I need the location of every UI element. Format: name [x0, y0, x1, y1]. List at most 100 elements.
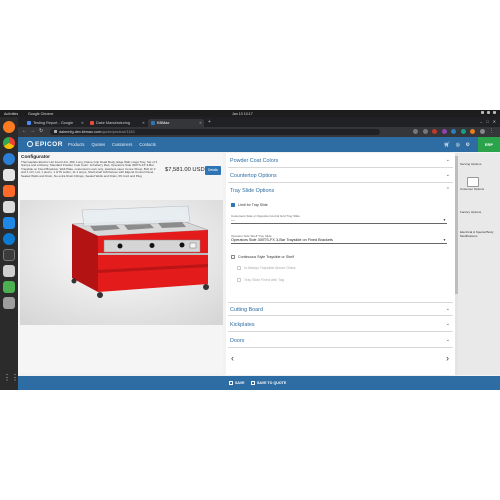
tab-dake-manufacturing[interactable]: Dake Manufacturing ✕ [87, 119, 147, 128]
activities-button[interactable]: Activities [4, 112, 18, 116]
dropdown-arrow-icon: ▼ [442, 218, 446, 222]
new-tab-icon[interactable]: + [208, 119, 211, 125]
fixed-with-tag-checkbox[interactable] [237, 278, 241, 282]
always-trayslide-checkbox[interactable] [237, 266, 241, 270]
browser-toolbar: ← → ↻ dakemfg-dev.kbmax.com/quote/produc… [18, 127, 500, 137]
erp-badge[interactable]: ERP [478, 137, 500, 152]
system-tray[interactable] [481, 111, 496, 114]
text-editor-icon[interactable] [3, 201, 15, 213]
extension-icon[interactable] [451, 129, 456, 134]
action-bar: SAVE SAVE TO QUOTE [18, 376, 500, 390]
back-icon[interactable]: ← [22, 129, 27, 134]
section-tray-slide-options[interactable]: Tray Slide Options ⌃ [228, 184, 453, 198]
close-icon[interactable]: ✕ [199, 121, 202, 125]
close-icon[interactable]: ✕ [81, 121, 84, 125]
save-button[interactable]: SAVE [229, 380, 245, 385]
extension-icon[interactable] [432, 129, 437, 134]
address-bar[interactable]: dakemfg-dev.kbmax.com/quote/product/1183 [50, 128, 380, 136]
rail-item-customer-options[interactable]: Customer Options [460, 187, 498, 192]
extension-icon[interactable] [441, 129, 447, 134]
power-icon[interactable] [493, 111, 496, 114]
app-grid-icon[interactable]: ⋮⋮ [3, 372, 19, 384]
rail-item-serving-options[interactable]: Serving Options [460, 162, 498, 167]
continuous-style-checkbox[interactable] [231, 255, 235, 259]
trash-icon[interactable] [3, 297, 15, 309]
desktop-screen: Activities Google Chrome Jan 10 10:17 ⋮⋮… [0, 110, 500, 390]
chevron-up-icon: ⌃ [445, 187, 450, 193]
bookmark-star-icon[interactable] [422, 129, 428, 134]
section-kickplates[interactable]: Kickplates ⌄ [228, 318, 453, 332]
brand-name: EPICOR [35, 141, 63, 148]
nav-contacts[interactable]: Contacts [139, 142, 156, 147]
section-label: Doors [230, 338, 245, 344]
previous-icon[interactable]: ‹ [231, 353, 234, 363]
disk-icon[interactable] [3, 265, 15, 277]
product-price: $7,581.00 USD [165, 167, 205, 173]
select-value: --- [231, 218, 235, 222]
close-icon[interactable]: ✕ [142, 121, 145, 125]
next-icon[interactable]: › [446, 353, 449, 363]
operator-side-select[interactable]: Operators Side 300TS-FX 3-Bar Trayslide … [231, 238, 447, 244]
cart-icon[interactable]: 🛒︎ [444, 142, 450, 148]
files-icon[interactable] [3, 169, 15, 181]
network-icon[interactable] [481, 111, 484, 114]
extension-icon[interactable] [460, 129, 466, 134]
save-to-quote-button[interactable]: SAVE TO QUOTE [251, 380, 286, 385]
configurator-app: EPICOR Products Quotes Customers Contact… [18, 137, 500, 390]
nav-customers[interactable]: Customers [112, 142, 132, 147]
volume-icon[interactable] [487, 111, 490, 114]
close-window-icon[interactable]: ✕ [493, 119, 496, 124]
product-panel: Configurator Thermaplate Electric Hot Fo… [18, 153, 223, 373]
caster-3 [71, 278, 77, 284]
tab-favicon-icon [151, 121, 155, 126]
section-powder-coat-colors[interactable]: Powder Coat Colors ⌄ [228, 154, 453, 168]
details-button[interactable]: Details [205, 166, 221, 175]
globe-icon[interactable]: ◎ [456, 142, 460, 148]
dock: ⋮⋮ [0, 117, 19, 390]
rail-item-electrical-modifications[interactable]: Electrical & Special Body Modifications [460, 230, 498, 238]
profile-avatar-icon[interactable] [479, 129, 485, 134]
chrome-menu-icon[interactable]: ⋮ [489, 129, 494, 134]
clock[interactable]: Jan 10 10:17 [232, 112, 253, 116]
save-label: SAVE [235, 380, 245, 385]
firefox-icon[interactable] [3, 121, 15, 133]
minimize-icon[interactable]: – [480, 119, 482, 124]
tab-label: KBMax [157, 120, 170, 125]
chrome-icon[interactable] [3, 137, 15, 149]
section-cutting-board[interactable]: Cutting Board ⌄ [228, 302, 453, 316]
nav-quotes[interactable]: Quotes [92, 142, 106, 147]
product-3d-viewer[interactable] [20, 200, 223, 325]
share-icon[interactable] [413, 129, 418, 134]
customer-options-icon[interactable] [467, 177, 479, 187]
section-doors[interactable]: Doors ⌄ [228, 334, 453, 348]
tab-testing-report[interactable]: Testing Report - Google ✕ [24, 119, 86, 128]
software-icon[interactable] [3, 185, 15, 197]
rail-item-factory-options[interactable]: Factory Options [460, 210, 498, 215]
terminal-icon[interactable] [3, 249, 15, 261]
gear-icon[interactable]: ⚙︎ [466, 142, 470, 148]
settings-icon[interactable] [3, 233, 15, 245]
forward-icon[interactable]: → [30, 129, 35, 134]
customer-side-select[interactable]: --- ▼ [231, 218, 447, 224]
epicor-logo[interactable]: EPICOR [27, 141, 63, 148]
lock-icon[interactable] [53, 130, 57, 134]
maximize-icon[interactable]: □ [486, 119, 488, 124]
main-nav: Products Quotes Customers Contacts [68, 142, 156, 147]
reload-icon[interactable]: ↻ [39, 129, 43, 134]
active-app-name[interactable]: Google Chrome [28, 112, 53, 116]
browser-tab-strip: Testing Report - Google ✕ Dake Manufactu… [18, 117, 500, 127]
thunderbird-icon[interactable] [3, 153, 15, 165]
url-host: dakemfg-dev.kbmax.com [59, 129, 102, 134]
quote-icon [251, 380, 255, 385]
nav-products[interactable]: Products [68, 142, 85, 147]
url-path: /quote/product/1183 [101, 129, 135, 134]
tab-kbmax[interactable]: KBMax ✕ [148, 118, 204, 127]
extension-icon[interactable] [470, 129, 475, 134]
spreadsheet-icon[interactable] [3, 281, 15, 293]
tab-favicon-icon [90, 121, 94, 126]
tray-slide [98, 253, 208, 255]
limit-tray-slide-checkbox[interactable] [231, 203, 235, 207]
vscode-icon[interactable] [3, 217, 15, 229]
options-panel: Powder Coat Colors ⌄ Countertop Options … [226, 153, 455, 375]
section-countertop-options[interactable]: Countertop Options ⌄ [228, 169, 453, 183]
